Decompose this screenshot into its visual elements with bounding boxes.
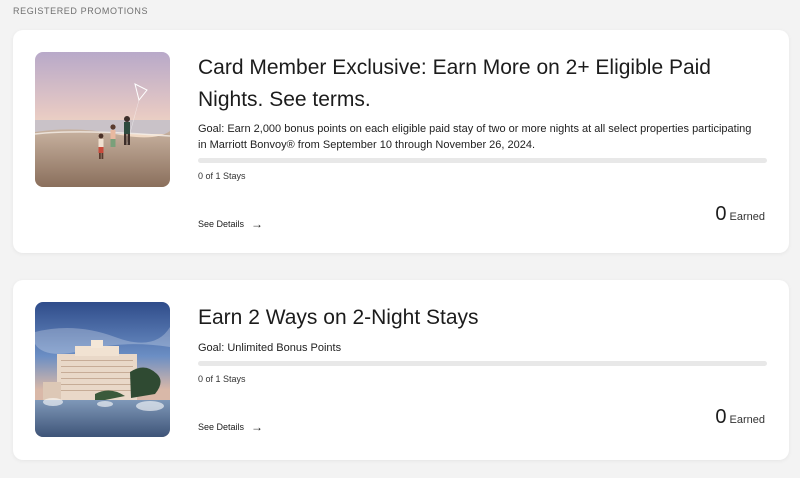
- promotion-card: Earn 2 Ways on 2-Night Stays Goal: Unlim…: [13, 280, 789, 460]
- earned-label: Earned: [729, 211, 765, 223]
- promotion-title: Earn 2 Ways on 2-Night Stays: [198, 306, 479, 329]
- section-heading: REGISTERED PROMOTIONS: [13, 6, 149, 16]
- earned-label: Earned: [729, 414, 765, 426]
- progress-bar: [198, 361, 767, 366]
- progress-label: 0 of 1 Stays: [198, 171, 246, 181]
- promotion-title: Card Member Exclusive: Earn More on 2+ E…: [198, 56, 711, 111]
- bellagio-hotel-image: [35, 302, 170, 437]
- arrow-right-icon: →: [251, 420, 264, 434]
- beach-family-image: [35, 52, 170, 187]
- see-details-label: See Details: [198, 219, 245, 229]
- earned-value: 0: [715, 203, 727, 225]
- points-earned: 0 Earned: [715, 406, 765, 429]
- earned-value: 0: [715, 406, 727, 428]
- progress-label: 0 of 1 Stays: [198, 374, 246, 384]
- progress-bar: [198, 158, 767, 163]
- see-details-link[interactable]: See Details →: [198, 217, 264, 231]
- promotion-goal: Goal: Earn 2,000 bonus points on each el…: [198, 123, 752, 151]
- arrow-right-icon: →: [251, 217, 264, 231]
- see-details-link[interactable]: See Details →: [198, 420, 264, 434]
- points-earned: 0 Earned: [715, 203, 765, 226]
- promotion-goal: Goal: Unlimited Bonus Points: [198, 342, 342, 354]
- see-details-label: See Details: [198, 422, 245, 432]
- promotion-card: Card Member Exclusive: Earn More on 2+ E…: [13, 30, 789, 253]
